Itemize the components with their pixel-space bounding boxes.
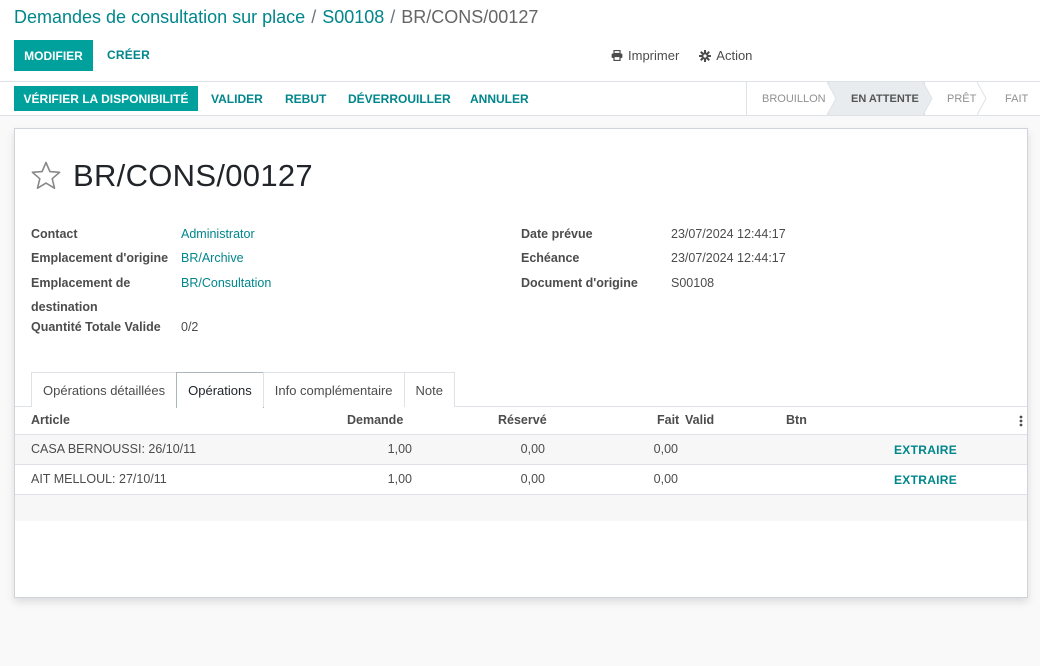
table-row[interactable]: CASA BERNOUSSI: 26/10/11 1,00 0,00 0,00 … xyxy=(15,435,1027,465)
origin-location-label: Emplacement d'origine xyxy=(31,251,169,265)
step-done: FAIT xyxy=(978,82,1040,115)
print-button[interactable]: Imprimer xyxy=(611,48,679,63)
status-steps: BROUILLON EN ATTENTE PRÊT FAIT xyxy=(746,82,1040,115)
step-label: FAIT xyxy=(1005,92,1029,105)
validate-button[interactable]: VALIDER xyxy=(211,92,263,106)
create-button[interactable]: CRÉER xyxy=(107,48,150,62)
contact-field[interactable]: Administrator xyxy=(181,225,255,244)
cell-demand: 1,00 xyxy=(387,442,412,456)
control-panel: Demandes de consultation sur place / S0010… xyxy=(0,0,1040,82)
action-label: Action xyxy=(716,48,753,63)
printer-icon xyxy=(611,50,623,61)
cell-article: AIT MELLOUL: 27/10/11 xyxy=(31,472,167,486)
cell-done: 0,00 xyxy=(653,442,678,456)
column-header-demand[interactable]: Demande xyxy=(347,413,403,427)
source-document-label: Document d'origine xyxy=(521,276,638,290)
breadcrumb: Demandes de consultation sur place / S0010… xyxy=(14,7,538,28)
step-waiting: EN ATTENTE xyxy=(828,82,933,115)
breadcrumb-parent-link[interactable]: S00108 xyxy=(322,7,384,27)
contact-label: Contact xyxy=(31,227,78,241)
extract-button[interactable]: EXTRAIRE xyxy=(894,443,957,457)
star-icon[interactable] xyxy=(31,161,61,193)
scheduled-date-label: Date prévue xyxy=(521,227,593,241)
step-label: EN ATTENTE xyxy=(851,92,919,105)
gear-icon xyxy=(699,49,712,62)
tab-note[interactable]: Note xyxy=(403,372,455,407)
statusbar: VÉRIFIER LA DISPONIBILITÉ VALIDER REBUT … xyxy=(0,82,1040,116)
breadcrumb-current: BR/CONS/00127 xyxy=(401,7,539,27)
edit-button[interactable]: MODIFIER xyxy=(14,40,93,71)
destination-location-field[interactable]: BR/Consultation xyxy=(181,274,271,293)
breadcrumb-separator: / xyxy=(311,7,317,27)
cell-done: 0,00 xyxy=(653,472,678,486)
sidebar-actions: Imprimer Action xyxy=(611,48,752,63)
action-button[interactable]: Action xyxy=(699,48,752,63)
total-quantity-label: Quantité Totale Valide xyxy=(31,320,161,334)
deadline-label: Echéance xyxy=(521,251,580,265)
scheduled-date-field[interactable]: 23/07/2024 12:44:17 xyxy=(671,225,786,244)
print-label: Imprimer xyxy=(628,48,680,63)
cancel-button[interactable]: ANNULER xyxy=(470,92,529,106)
deadline-field[interactable]: 23/07/2024 12:44:17 xyxy=(671,249,786,268)
step-label: PRÊT xyxy=(947,92,977,105)
source-document-field[interactable]: S00108 xyxy=(671,274,714,293)
column-header-btn[interactable]: Btn xyxy=(786,413,807,427)
form-sheet: BR/CONS/00127 Contact Administrator Empl… xyxy=(14,128,1028,598)
extract-button[interactable]: EXTRAIRE xyxy=(894,473,957,487)
empty-table-row xyxy=(15,495,1027,521)
step-label: BROUILLON xyxy=(762,92,826,105)
kebab-menu-icon[interactable] xyxy=(1019,415,1023,430)
destination-label-line: destination xyxy=(31,300,98,314)
record-title: BR/CONS/00127 xyxy=(73,158,313,193)
destination-location-label: Emplacement de destination xyxy=(31,274,130,317)
unlock-button[interactable]: DÉVERROUILLER xyxy=(348,92,451,106)
notebook-tabs: Opérations détaillées Opérations Info co… xyxy=(31,372,455,408)
column-header-article[interactable]: Article xyxy=(31,413,70,427)
scrap-button[interactable]: REBUT xyxy=(285,92,326,106)
column-header-valid[interactable]: Valid xyxy=(685,413,714,427)
cell-article: CASA BERNOUSSI: 26/10/11 xyxy=(31,442,197,456)
tab-detailed-operations[interactable]: Opérations détaillées xyxy=(31,372,178,407)
tab-operations[interactable]: Opérations xyxy=(176,372,264,408)
table-header: Article Demande Réservé Fait Valid Btn xyxy=(15,407,1027,435)
column-header-reserved[interactable]: Réservé xyxy=(498,413,547,427)
origin-location-field[interactable]: BR/Archive xyxy=(181,249,244,268)
breadcrumb-separator: / xyxy=(390,7,396,27)
destination-label-line: Emplacement de xyxy=(31,276,131,290)
tab-additional-info[interactable]: Info complémentaire xyxy=(262,372,405,407)
total-quantity-value: 0/2 xyxy=(181,320,199,334)
cell-reserved: 0,00 xyxy=(520,472,545,486)
breadcrumb-root-link[interactable]: Demandes de consultation sur place xyxy=(14,7,305,27)
cell-reserved: 0,00 xyxy=(520,442,545,456)
table-row[interactable]: AIT MELLOUL: 27/10/11 1,00 0,00 0,00 EXT… xyxy=(15,465,1027,495)
check-availability-button[interactable]: VÉRIFIER LA DISPONIBILITÉ xyxy=(14,86,198,111)
cell-demand: 1,00 xyxy=(387,472,412,486)
column-header-done[interactable]: Fait xyxy=(657,413,679,427)
step-draft: BROUILLON xyxy=(746,82,837,115)
